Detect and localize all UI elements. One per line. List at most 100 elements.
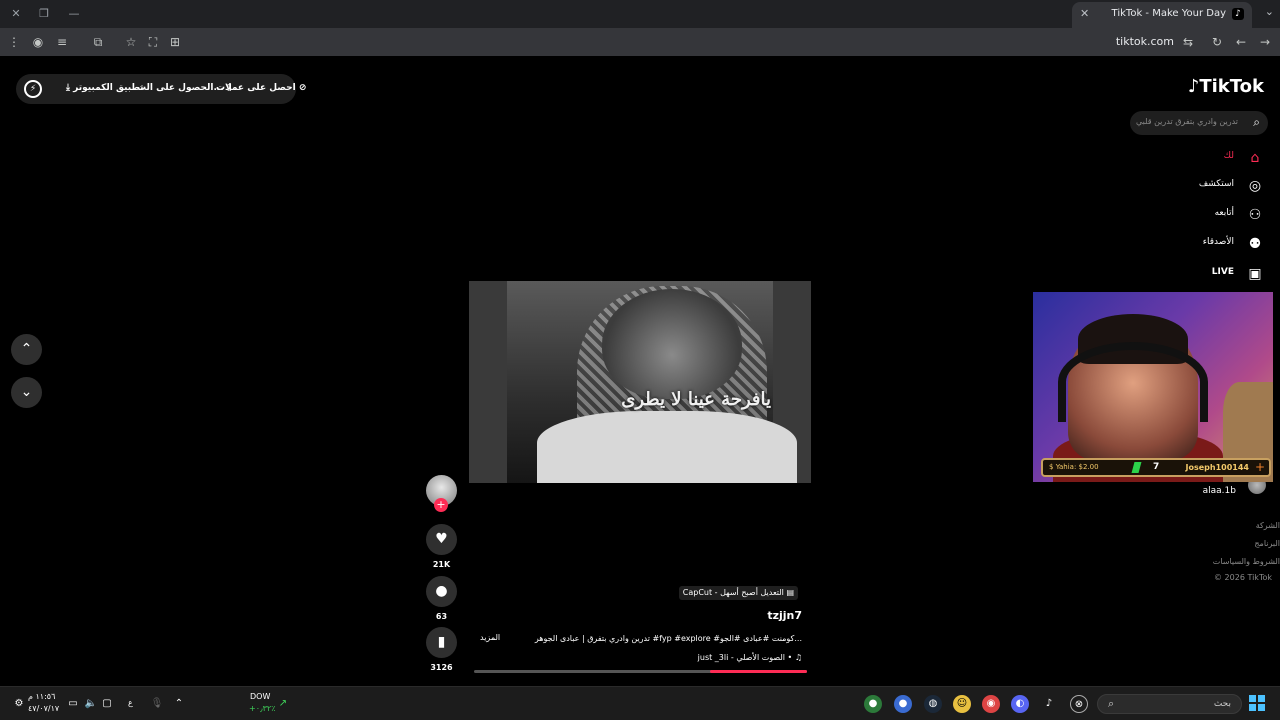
- microphone-icon[interactable]: 🎙: [148, 695, 166, 713]
- video-description: تدرين وادري بتفرق | عبادى الجوهر #fyp #e…: [534, 634, 802, 643]
- following-icon: ⚇: [1248, 207, 1262, 223]
- restore-window-icon[interactable]: ❐: [36, 6, 52, 22]
- top-banner: ⚡ ⤓ تطبيق الكمبيوتر الحصول على الت... ▯ …: [16, 74, 306, 104]
- clock-time[interactable]: ١١:٥٦ م: [28, 692, 55, 701]
- clock-date[interactable]: ٤٧/٠٧/١٧: [28, 704, 59, 713]
- footer-copyright: © 2026 TikTok: [1214, 573, 1272, 582]
- windows-start-icon[interactable]: [1249, 695, 1265, 711]
- xbox-icon[interactable]: ⊗: [1070, 695, 1088, 713]
- chrome-canary-icon[interactable]: ●: [894, 695, 912, 713]
- viewer-count: 7: [1153, 462, 1160, 472]
- language-indicator[interactable]: ع: [128, 698, 133, 707]
- next-video-button[interactable]: ⌄: [11, 377, 42, 408]
- bookmark-star-icon[interactable]: ☆: [123, 34, 139, 50]
- tiktok-page: ⚡ ⤓ تطبيق الكمبيوتر الحصول على الت... ▯ …: [0, 56, 1280, 686]
- webcam-overlay: [1033, 292, 1273, 482]
- tiktok-note-icon: ♪: [1187, 76, 1200, 97]
- donation-label: $ Yahia: $2.00: [1049, 463, 1099, 471]
- capcut-icon: ▤: [786, 588, 794, 597]
- previous-video-button[interactable]: ⌃: [11, 334, 42, 365]
- save-button[interactable]: ▮: [426, 627, 457, 658]
- stock-name[interactable]: DOW: [250, 692, 270, 701]
- video-progress-fill: [710, 670, 807, 673]
- footer-terms[interactable]: الشروط والسياسات: [1213, 557, 1280, 566]
- stock-change: +٠٫٣٢٪: [249, 704, 276, 713]
- search-icon[interactable]: ⌕: [1253, 115, 1260, 130]
- video-player[interactable]: يافرحة عينا لا يطرى: [469, 281, 811, 483]
- site-settings-icon[interactable]: ⇆: [1180, 34, 1196, 50]
- friends-icon: ⚉: [1248, 236, 1262, 252]
- discord-icon[interactable]: ◐: [1011, 695, 1029, 713]
- chrome-icon[interactable]: ◉: [982, 695, 1000, 713]
- comment-icon: ●: [435, 583, 448, 599]
- reload-icon[interactable]: ↻: [1209, 34, 1225, 50]
- footer-program[interactable]: البرنامج: [1254, 539, 1280, 548]
- taskbar-search-label: بحث: [1213, 699, 1231, 709]
- tab-search-icon[interactable]: ⌄: [1265, 5, 1274, 18]
- plus-icon: +: [1254, 460, 1265, 474]
- music-note-icon: ♫: [794, 653, 802, 662]
- minimize-window-icon[interactable]: —: [66, 6, 82, 22]
- get-coins-link[interactable]: احصل على عملات ⊘: [216, 83, 306, 93]
- emoji-app-icon[interactable]: ☺: [953, 695, 971, 713]
- heart-icon: ♥: [435, 531, 448, 547]
- compass-icon: ◎: [1248, 178, 1262, 194]
- install-app-icon[interactable]: ⊞: [167, 34, 183, 50]
- author-name[interactable]: tzjjn7: [767, 609, 802, 622]
- browser-tab-bar: ✕ ❐ — + ♪ TikTok - Make Your Day ✕ ⌄: [0, 0, 1280, 28]
- like-button[interactable]: ♥: [426, 524, 457, 555]
- app-icon-1[interactable]: ●: [864, 695, 882, 713]
- sidebar-item-friends[interactable]: ⚉ الأصدقاء: [1144, 234, 1264, 254]
- browser-tab[interactable]: ♪ TikTok - Make Your Day ✕: [1072, 2, 1252, 28]
- sidebar-item-for-you[interactable]: ⌂ لك: [1144, 148, 1264, 168]
- steam-icon[interactable]: ◍: [924, 695, 942, 713]
- stock-chart-icon: ↗: [278, 698, 288, 709]
- settings-gear-icon[interactable]: ⚙: [10, 695, 28, 713]
- tiktok-favicon-icon: ♪: [1232, 8, 1244, 20]
- kick-icon: [1131, 462, 1142, 473]
- close-tab-icon[interactable]: ✕: [1080, 7, 1089, 20]
- creator-tools-icon[interactable]: ⚡: [24, 80, 42, 98]
- tiktok-app-icon[interactable]: ♪: [1040, 695, 1058, 713]
- screenshot-icon[interactable]: ⛶: [145, 34, 161, 50]
- browser-menu-icon[interactable]: ⋮: [6, 34, 22, 50]
- more-button[interactable]: المزيد: [480, 633, 500, 642]
- search-icon: ⌕: [1108, 697, 1115, 710]
- close-window-icon[interactable]: ✕: [8, 6, 24, 22]
- footer-company[interactable]: الشركة: [1256, 521, 1280, 530]
- extensions-puzzle-icon[interactable]: ⧉: [90, 34, 106, 50]
- live-icon: ▣: [1248, 266, 1262, 282]
- back-icon[interactable]: ←: [1233, 34, 1249, 50]
- taskbar: ⚙ ١١:٥٦ م ٤٧/٠٧/١٧ ▭ 🔈 ▢ ع 🎙 ⌃ DOW +٠٫٣٢…: [0, 686, 1280, 720]
- tiktok-logo[interactable]: ♪TikTok: [1188, 76, 1264, 97]
- video-progress-bar[interactable]: [474, 670, 807, 673]
- music-label[interactable]: just _3li - الصوت الأصلي • ♫: [698, 653, 802, 662]
- sidebar-item-live[interactable]: ▣ LIVE: [1144, 264, 1264, 284]
- desktop-app-link[interactable]: ⤓ تطبيق الكمبيوتر: [66, 83, 144, 93]
- video-caption-overlay: يافرحة عينا لا يطرى: [621, 389, 771, 410]
- address-bar-url[interactable]: tiktok.com: [1116, 35, 1174, 48]
- search-input[interactable]: تدرين وادري بتفرق تدرين قلبي ⌕: [1130, 111, 1268, 135]
- extension-icon[interactable]: ◉: [30, 34, 46, 50]
- follow-plus-icon[interactable]: +: [434, 498, 448, 512]
- sidebar-item-explore[interactable]: ◎ استكشف: [1144, 176, 1264, 196]
- taskbar-search-input[interactable]: بحث ⌕: [1097, 694, 1242, 714]
- screen: ✕ ❐ — + ♪ TikTok - Make Your Day ✕ ⌄ ⋮ ◉…: [0, 0, 1280, 720]
- webcam-donation-bar: $ Yahia: $2.00 7 Joseph100144 +: [1041, 458, 1271, 477]
- save-count: 3126: [430, 663, 453, 672]
- reading-list-icon[interactable]: ≡: [54, 34, 70, 50]
- video-frame: [507, 281, 797, 483]
- sidebar-item-following[interactable]: ⚇ أتابعه: [1144, 205, 1264, 225]
- comment-button[interactable]: ●: [426, 576, 457, 607]
- battery-icon[interactable]: ▭: [64, 695, 82, 713]
- bookmark-icon: ▮: [437, 634, 446, 650]
- show-hidden-icons[interactable]: ⌃: [170, 695, 188, 713]
- capcut-badge[interactable]: CapCut - التعديل أصبح أسهل ▤: [678, 586, 798, 600]
- network-icon[interactable]: ▢: [98, 695, 116, 713]
- headphones-icon: [1058, 342, 1208, 422]
- home-icon: ⌂: [1250, 150, 1260, 166]
- browser-toolbar: ⋮ ◉ ≡ ⧉ ☆ ⛶ ⊞ tiktok.com ⇆ ↻ ← →: [0, 28, 1280, 56]
- like-count: 21K: [432, 560, 451, 569]
- search-placeholder: تدرين وادري بتفرق تدرين قلبي: [1135, 117, 1238, 126]
- forward-icon[interactable]: →: [1257, 34, 1273, 50]
